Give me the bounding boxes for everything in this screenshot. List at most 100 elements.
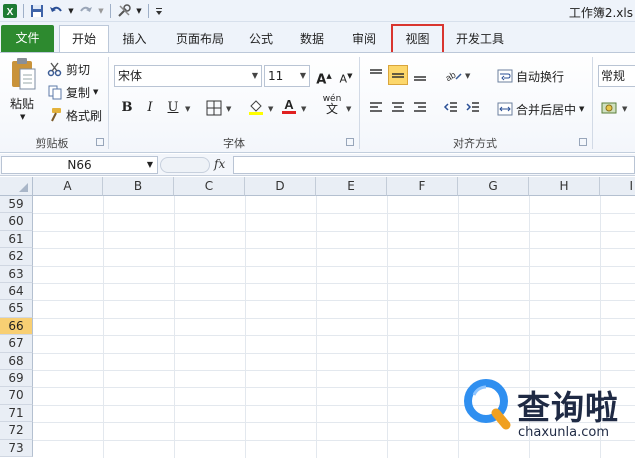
fill-color-icon[interactable] [246,98,266,118]
watermark-text: 查询啦 [517,388,619,427]
merge-center-button[interactable]: 合并后居中 ▼ [497,99,584,119]
tab-developer[interactable]: 开发工具 [448,26,512,52]
number-format-select[interactable]: 常规 [598,65,635,87]
row-header-selected[interactable]: 66 [0,317,33,336]
tools-icon[interactable] [116,3,132,19]
border-dropdown-icon[interactable]: ▼ [226,105,231,113]
font-size-select[interactable]: 11 ▼ [264,65,310,87]
font-color-icon[interactable]: A [279,96,299,116]
alignment-group-label: 对齐方式 [453,137,497,150]
paste-button[interactable]: 粘贴 ▼ [6,57,40,127]
border-icon[interactable] [204,98,224,118]
copy-button[interactable]: 复制 ▼ [47,82,98,102]
column-header[interactable]: B [103,177,174,196]
paste-icon [9,57,37,94]
tab-insert[interactable]: 插入 [112,26,157,52]
ribbon: 粘贴 ▼ 剪切 复制 ▼ 格式刷 剪贴板 宋体 ▼ 11 ▼ A▲ A▼ B I… [0,52,635,153]
font-color-dropdown-icon[interactable]: ▼ [301,105,306,113]
fill-color-dropdown-icon[interactable]: ▼ [268,105,273,113]
tab-home[interactable]: 开始 [59,25,109,52]
row-header[interactable]: 64 [0,283,33,301]
copy-dropdown-icon: ▼ [93,88,99,96]
italic-button[interactable]: I [140,98,160,118]
row-header[interactable]: 61 [0,230,33,249]
underline-button[interactable]: U [163,98,183,118]
row-header[interactable]: 68 [0,352,33,370]
row-header[interactable]: 69 [0,370,33,388]
formula-input[interactable] [233,156,635,174]
align-bottom-icon[interactable] [410,65,430,85]
align-left-icon[interactable] [366,98,386,118]
row-header[interactable]: 62 [0,248,33,266]
increase-indent-icon[interactable] [463,98,483,118]
cut-label: 剪切 [66,62,91,77]
column-header[interactable]: A [33,177,103,196]
column-header[interactable]: G [458,177,529,196]
svg-text:A: A [284,97,294,112]
row-header[interactable]: 59 [0,196,33,214]
phonetic-dropdown-icon[interactable]: ▼ [346,105,351,113]
align-middle-icon[interactable] [388,65,408,85]
row-header[interactable]: 60 [0,213,33,231]
tab-review[interactable]: 审阅 [342,26,386,52]
merge-center-dropdown-icon: ▼ [579,105,585,113]
cut-button[interactable]: 剪切 [47,59,90,79]
phonetic-icon[interactable]: wén 文 [320,94,344,115]
currency-dropdown-icon[interactable]: ▼ [622,105,627,113]
align-center-icon[interactable] [388,98,408,118]
orientation-icon[interactable]: ab [443,65,463,85]
row-header[interactable]: 73 [0,439,33,457]
tools-dropdown-icon[interactable]: ▼ [135,3,143,19]
wrap-text-icon [497,68,513,84]
tab-file[interactable]: 文件 [1,25,54,52]
copy-label: 复制 [66,85,91,100]
row-header[interactable]: 65 [0,300,33,318]
undo-dropdown-icon[interactable]: ▼ [67,3,75,19]
redo-dropdown-icon[interactable]: ▼ [97,3,105,19]
redo-icon[interactable] [78,3,94,19]
column-header[interactable]: F [387,177,458,196]
column-header[interactable]: H [529,177,600,196]
name-box[interactable]: N66 ▼ [1,156,158,174]
paste-label: 粘贴 [10,97,35,111]
insert-function-icon[interactable]: fx [214,157,225,171]
excel-logo-icon[interactable]: X [2,3,18,19]
format-painter-button[interactable]: 格式刷 [47,105,102,125]
format-painter-icon [47,107,63,123]
undo-icon[interactable] [48,3,64,19]
row-header[interactable]: 70 [0,387,33,405]
font-name-value: 宋体 [118,69,143,83]
customize-icon[interactable] [154,3,164,19]
clipboard-launcher-icon[interactable] [96,138,104,146]
orientation-dropdown-icon[interactable]: ▼ [465,72,470,80]
font-launcher-icon[interactable] [346,138,354,146]
watermark: 查询啦 chaxunla.com [462,375,632,455]
column-header[interactable]: C [174,177,245,196]
column-header[interactable]: D [245,177,316,196]
tab-data[interactable]: 数据 [290,26,334,52]
tab-formulas[interactable]: 公式 [240,26,282,52]
clipboard-group-label: 剪贴板 [35,137,69,150]
underline-dropdown-icon[interactable]: ▼ [185,105,190,113]
column-header[interactable]: I [600,177,635,196]
merge-center-icon [497,101,513,117]
decrease-font-icon[interactable]: A▼ [336,66,356,86]
select-all-corner[interactable] [0,177,33,196]
column-header[interactable]: E [316,177,387,196]
bold-button[interactable]: B [117,98,137,118]
formula-resize-handle[interactable] [160,157,210,173]
currency-format-icon[interactable] [600,98,620,118]
row-header[interactable]: 67 [0,335,33,353]
align-top-icon[interactable] [366,65,386,85]
save-icon[interactable] [29,3,45,19]
font-name-select[interactable]: 宋体 ▼ [114,65,262,87]
alignment-launcher-icon[interactable] [579,138,587,146]
row-header[interactable]: 71 [0,404,33,423]
increase-font-icon[interactable]: A▲ [314,66,334,87]
align-right-icon[interactable] [410,98,430,118]
tab-page-layout[interactable]: 页面布局 [166,26,234,52]
decrease-indent-icon[interactable] [441,98,461,118]
wrap-text-button[interactable]: 自动换行 [497,66,564,86]
row-header[interactable]: 63 [0,265,33,283]
row-header[interactable]: 72 [0,422,33,440]
